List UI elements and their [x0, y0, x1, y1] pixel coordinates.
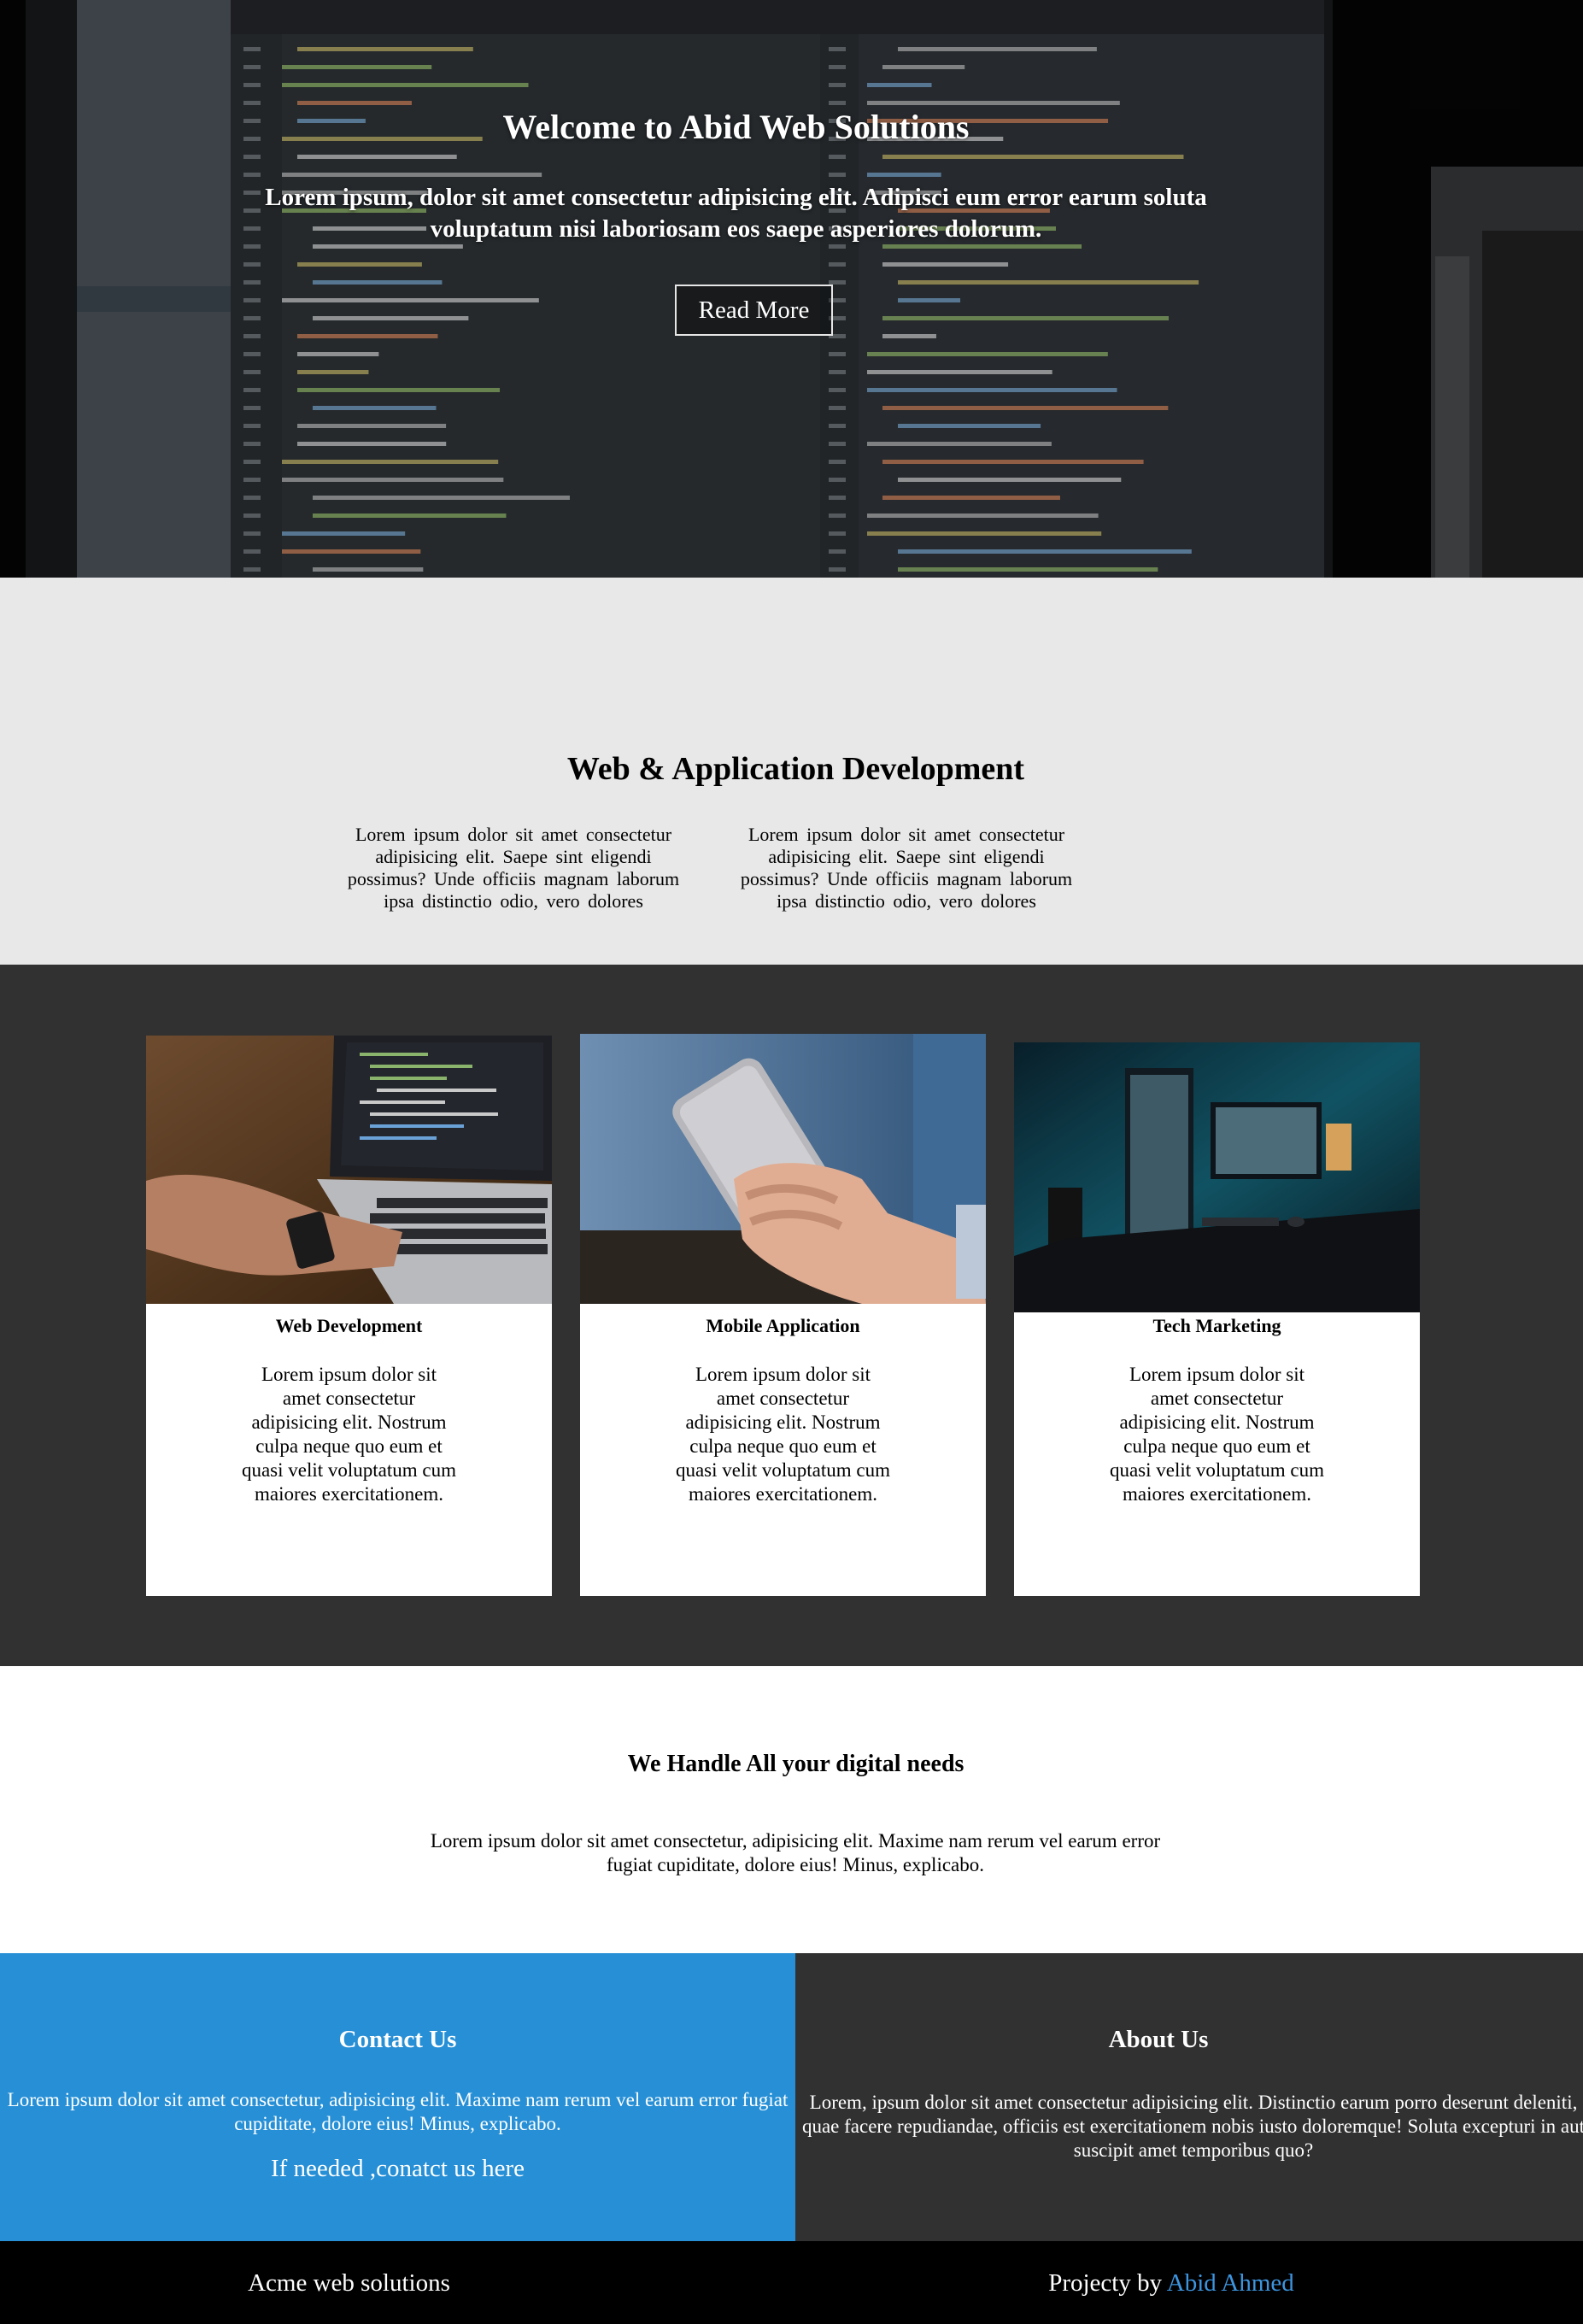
digital-needs-section: We Handle All your digital needs Lorem i… — [0, 1666, 1583, 1953]
services-intro-title: Web & Application Development — [566, 751, 1025, 787]
hero-title: Welcome to Abid Web Solutions — [502, 108, 970, 146]
service-card-tech-marketing: Tech Marketing Lorem ipsum dolor sit ame… — [1014, 1042, 1420, 1596]
service-card-text: Lorem ipsum dolor sit amet consectetur a… — [675, 1364, 891, 1505]
services-intro-column-2: Lorem ipsum dolor sit amet consectetur a… — [740, 824, 1073, 912]
read-more-button[interactable]: Read More — [675, 285, 833, 336]
digital-needs-title: We Handle All your digital needs — [627, 1751, 964, 1777]
services-intro-column-1: Lorem ipsum dolor sit amet consectetur a… — [347, 824, 680, 912]
about-text: Lorem, ipsum dolor sit amet consectetur … — [801, 2092, 1583, 2161]
contact-section: Contact Us Lorem ipsum dolor sit amet co… — [0, 1953, 795, 2241]
hero-section: Welcome to Abid Web Solutions Lorem ipsu… — [0, 0, 1583, 578]
hero-subtitle: Lorem ipsum, dolor sit amet consectetur … — [265, 184, 1207, 243]
service-card-title: Tech Marketing — [1152, 1315, 1281, 1336]
contact-text: Lorem ipsum dolor sit amet consectetur, … — [7, 2089, 789, 2134]
footer-credit-prefix: Projecty by — [1048, 2269, 1167, 2297]
footer-credit: Projecty by Abid Ahmed — [744, 2269, 1583, 2298]
desk-monitors-image — [1014, 1042, 1420, 1312]
contact-title: Contact Us — [338, 2026, 457, 2053]
services-intro-section: Web & Application Development Lorem ipsu… — [0, 578, 1583, 965]
footer-company-name: Acme web solutions — [248, 2269, 450, 2297]
service-card-mobile-application: Mobile Application Lorem ipsum dolor sit… — [580, 1034, 986, 1596]
smartphone-hand-image — [580, 1034, 986, 1304]
laptop-coding-image — [146, 1036, 552, 1304]
digital-needs-text: Lorem ipsum dolor sit amet consectetur, … — [430, 1830, 1161, 1875]
service-card-web-development: Web Development Lorem ipsum dolor sit am… — [146, 1036, 552, 1596]
about-section: About Us Lorem, ipsum dolor sit amet con… — [795, 1953, 1583, 2241]
service-card-title: Web Development — [275, 1315, 423, 1336]
footer: Acme web solutions Projecty by Abid Ahme… — [0, 2241, 1583, 2324]
service-card-text: Lorem ipsum dolor sit amet consectetur a… — [1109, 1364, 1325, 1505]
services-cards-section: Web Development Lorem ipsum dolor sit am… — [0, 965, 1583, 1666]
service-card-title: Mobile Application — [706, 1315, 860, 1336]
contact-us-link[interactable]: If needed ,conatct us here — [0, 2155, 795, 2183]
service-card-text: Lorem ipsum dolor sit amet consectetur a… — [241, 1364, 457, 1505]
author-link[interactable]: Abid Ahmed — [1167, 2269, 1294, 2297]
about-title: About Us — [1108, 2026, 1209, 2053]
